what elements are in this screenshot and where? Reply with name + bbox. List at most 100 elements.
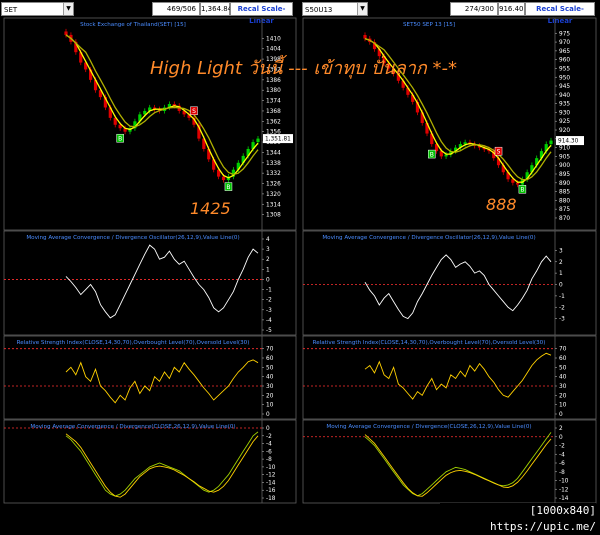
right-price-tick-label-14: 905 [559,154,570,160]
left-price-bar-32 [221,176,226,181]
right-macd-macd-line [364,254,552,320]
left-macd-tick-label-2: 2 [266,257,270,263]
right-price-tick-label-15: 900 [559,163,570,169]
right-price-tick-label-7: 940 [559,93,570,99]
right-macd-tick-label-5: -2 [559,305,565,311]
left-price-marker-label-2: B [226,184,230,191]
right-price-tick-label-16: 895 [559,172,570,178]
right-price-tick-label-9: 930 [559,110,570,116]
left-macd-frame [3,230,297,336]
right-price-marker-label-0: S [497,148,501,155]
right-price-title: SET50 SEP 13 [15] [403,22,455,28]
left-rsi-tick-label-6: 10 [266,403,274,409]
right-price-tick-label-8: 935 [559,102,570,108]
right-rsi-rsi-line [364,352,552,400]
right-macd-tick-label-2: 1 [559,271,563,277]
left-macd-tick-label-1: 3 [266,247,270,253]
left-rsi-tick-label-0: 70 [266,347,274,353]
right-price-bar-17 [444,154,448,157]
left-macd2-title: Moving Average Convergence / Divergence(… [30,424,235,430]
left-rsi-tick-label-3: 40 [266,375,274,381]
right-macd-tick-label-3: 0 [559,283,563,289]
right-price-tick-label-20: 875 [559,207,570,213]
right-price-tick-label-21: 870 [559,216,570,222]
headline-annotation: High Light วันนี้ --- เข้าทุบ ปั่นลาก *-… [150,54,457,79]
right-macd-frame [302,230,597,336]
left-price-bar-39 [256,138,260,143]
left-macd2-series-line-1 [65,433,259,498]
left-macd-tick-label-4: 0 [266,277,270,283]
left-price-ma-slow-line [65,34,259,176]
left-macd2-frame [3,419,297,504]
right-macd2-tick-label-3: -4 [559,452,565,458]
right-price-tick-label-1: 970 [559,40,570,46]
right-macd-tick-label-4: -1 [559,294,565,300]
left-rsi-title: Relative Strength Index(CLOSE,14,30,70),… [17,340,250,346]
left-price-tick-label-1: 1404 [266,47,281,53]
left-macd2-tick-label-8: -16 [266,488,276,494]
right-macd2-tick-label-1: 0 [559,435,563,441]
left-macd2-tick-label-1: -2 [266,434,272,440]
left-price-tick-label-7: 1368 [266,109,281,115]
left-macd2-tick-label-5: -10 [266,465,276,471]
left-price-tick-label-14: 1326 [266,182,281,188]
right-rsi-tick-label-2: 50 [559,365,567,371]
right-price-price-tag-label: 914.30 [558,139,579,145]
right-price-tick-label-3: 960 [559,58,570,64]
right-rsi-title: Relative Strength Index(CLOSE,14,30,70),… [313,340,546,346]
left-rsi-tick-label-1: 60 [266,356,274,362]
left-price-tick-label-13: 1332 [266,171,281,177]
left-macd2-tick-label-2: -4 [266,442,272,448]
right-low-annotation: 888 [486,195,517,214]
right-macd2-tick-label-4: -6 [559,461,565,467]
left-macd2-tick-label-6: -12 [266,473,276,479]
right-price-tick-label-11: 920 [559,128,570,134]
left-macd2-tick-label-3: -6 [266,449,272,455]
left-macd2-tick-label-9: -18 [266,496,276,502]
left-price-price-tag-label: 1,351.81 [265,137,291,143]
left-price-tick-label-9: 1356 [266,130,281,136]
left-rsi-tick-label-7: 0 [266,412,270,418]
left-rsi-tick-label-2: 50 [266,365,274,371]
right-rsi-tick-label-1: 60 [559,356,567,362]
right-price-bar-0 [363,35,367,39]
right-macd2-tick-label-2: -2 [559,444,565,450]
left-price-tick-label-5: 1380 [266,88,281,94]
left-low-annotation: 1425 [190,199,231,218]
left-macd-tick-label-3: 1 [266,267,270,273]
left-macd-tick-label-0: 4 [266,237,270,243]
right-macd2-tick-label-6: -10 [559,479,569,485]
right-macd-tick-label-1: 2 [559,260,563,266]
left-price-marker-label-1: B [118,136,122,143]
left-macd-macd-line [65,244,259,319]
watermark: [1000x840] https://upic.me/ [440,503,596,533]
right-price-tick-label-17: 890 [559,181,570,187]
left-macd2-tick-label-7: -14 [266,480,276,486]
right-macd2-tick-label-8: -14 [559,496,569,502]
right-price-bar-39 [549,140,553,145]
left-macd2-tick-label-0: 0 [266,426,270,432]
left-macd-tick-label-9: -5 [266,328,272,334]
left-price-ma-fast-line [65,34,259,179]
left-price-tick-label-15: 1320 [266,192,281,198]
right-macd2-tick-label-7: -12 [559,487,569,493]
right-price-marker-label-1: B [430,151,434,158]
right-price-marker-label-2: B [520,187,524,194]
right-rsi-tick-label-5: 20 [559,393,567,399]
left-price-tick-label-6: 1374 [266,99,281,105]
left-price-marker-label-0: S [192,108,196,115]
right-rsi-tick-label-6: 10 [559,403,567,409]
left-price-tick-label-17: 1308 [266,213,281,219]
right-rsi-tick-label-7: 0 [559,412,563,418]
left-macd-tick-label-7: -3 [266,308,272,314]
left-macd-tick-label-6: -2 [266,298,272,304]
right-macd2-title: Moving Average Convergence / Divergence(… [326,424,531,430]
left-macd2-series-line-0 [65,431,259,497]
right-price-tick-label-5: 950 [559,75,570,81]
right-macd2-series-line-1 [364,434,552,497]
right-macd-tick-label-6: -3 [559,317,565,323]
chart-canvas: Stock Exchange of Thailand(SET) [15]1410… [3,17,597,504]
right-price-tick-label-2: 965 [559,49,570,55]
left-price-tick-label-12: 1338 [266,161,281,167]
right-price-tick-label-19: 880 [559,198,570,204]
